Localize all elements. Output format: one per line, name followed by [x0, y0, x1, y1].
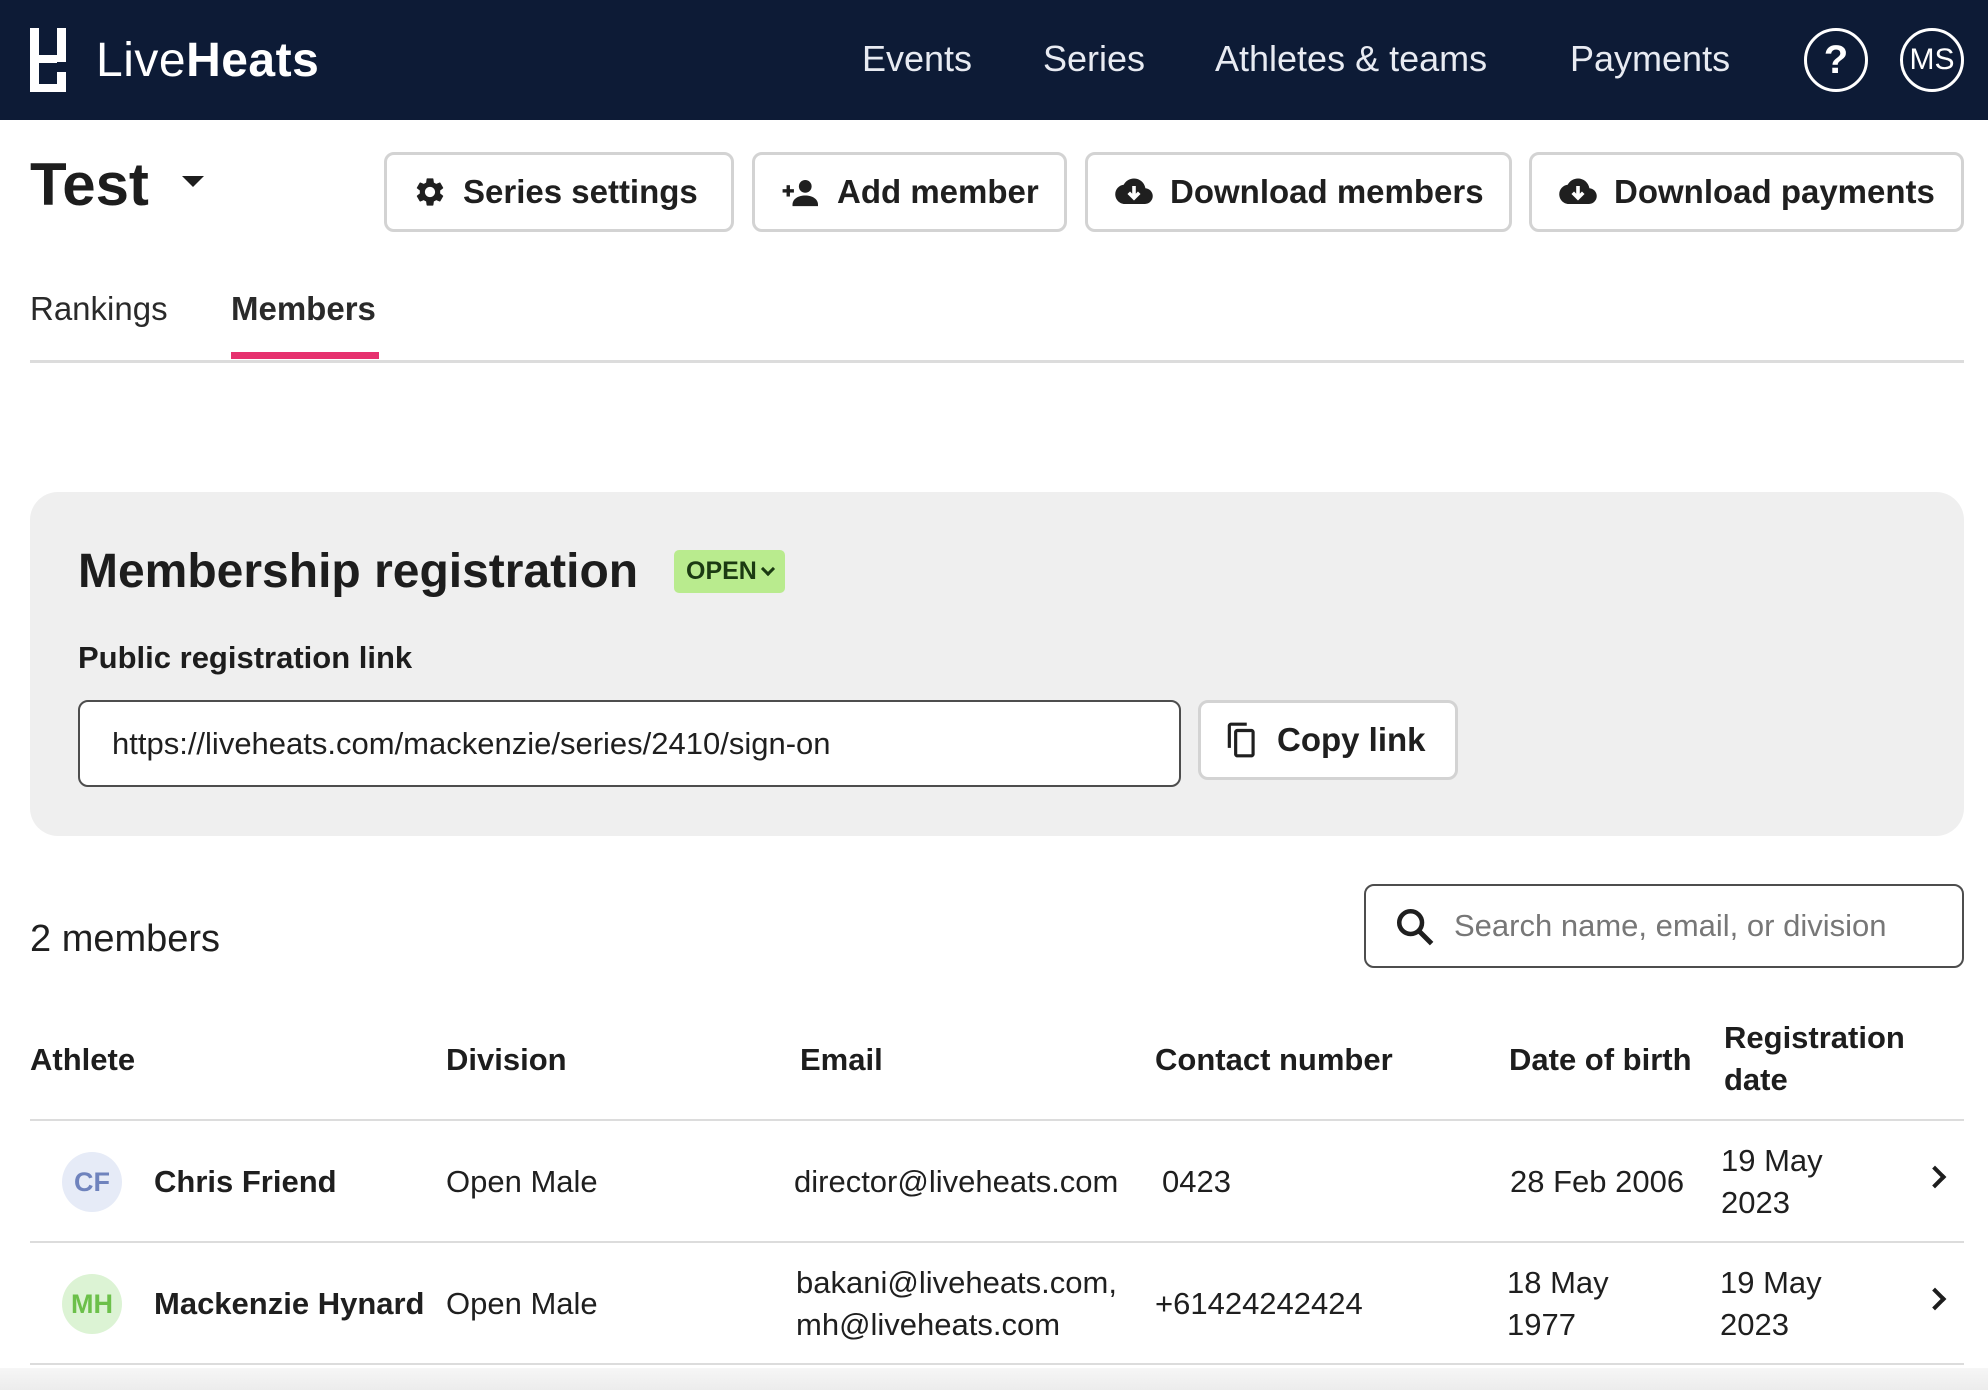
column-header-date-of-birth[interactable]: Date of birth: [1509, 1039, 1692, 1081]
division-cell: Open Male: [446, 1286, 598, 1321]
liveheats-logo[interactable]: LiveHeats: [30, 28, 319, 92]
download-members-button[interactable]: Download members: [1085, 152, 1512, 232]
page-title[interactable]: Test: [30, 150, 149, 219]
series-dropdown-caret-icon[interactable]: [182, 176, 204, 187]
dob-line2: 1977: [1507, 1307, 1576, 1342]
athlete-name[interactable]: Chris Friend: [154, 1161, 337, 1203]
column-header-registration-date[interactable]: Registration date: [1724, 1017, 1905, 1101]
download-payments-button[interactable]: Download payments: [1529, 152, 1964, 232]
help-button[interactable]: ?: [1804, 28, 1868, 92]
registration-date-line2: 2023: [1721, 1185, 1790, 1220]
column-header-athlete[interactable]: Athlete: [30, 1039, 135, 1081]
email-cell: bakani@liveheats.com, mh@liveheats.com: [796, 1262, 1117, 1346]
registration-status-badge[interactable]: OPEN: [674, 550, 785, 593]
search-icon: [1396, 908, 1434, 946]
contact-cell: +61424242424: [1155, 1286, 1363, 1321]
nav-payments[interactable]: Payments: [1570, 38, 1730, 80]
column-header-registration-line2: date: [1724, 1062, 1788, 1097]
dob-cell: 28 Feb 2006: [1510, 1164, 1685, 1199]
chevron-down-icon: [760, 561, 775, 576]
dob-cell: 18 May 1977: [1507, 1262, 1609, 1346]
help-icon: ?: [1823, 37, 1849, 82]
chevron-right-icon[interactable]: [1923, 1165, 1947, 1189]
public-registration-link-field[interactable]: [78, 700, 1181, 787]
tabs-divider: [30, 360, 1964, 363]
copy-icon: [1227, 722, 1255, 758]
download-payments-label: Download payments: [1614, 173, 1935, 210]
cloud-download-icon: [1115, 178, 1153, 204]
user-avatar[interactable]: MS: [1900, 28, 1964, 92]
active-tab-indicator: [231, 352, 379, 359]
registration-date-cell: 19 May 2023: [1720, 1262, 1822, 1346]
table-row-divider: [30, 1363, 1964, 1365]
download-members-label: Download members: [1170, 173, 1484, 210]
registration-date-line1: 19 May: [1721, 1143, 1823, 1178]
public-link-label: Public registration link: [78, 640, 413, 675]
athlete-name[interactable]: Mackenzie Hynard: [154, 1283, 425, 1325]
nav-athletes-teams[interactable]: Athletes & teams: [1215, 38, 1487, 80]
add-member-label: Add member: [837, 173, 1039, 210]
division-cell: Open Male: [446, 1164, 598, 1199]
registration-date-line1: 19 May: [1720, 1265, 1822, 1300]
table-row-divider: [30, 1241, 1964, 1243]
avatar: CF: [62, 1152, 122, 1212]
column-header-contact-number[interactable]: Contact number: [1155, 1039, 1393, 1081]
gear-icon: [416, 178, 444, 206]
contact-cell: 0423: [1162, 1164, 1231, 1199]
copy-link-button[interactable]: Copy link: [1198, 700, 1458, 780]
cloud-download-icon: [1559, 178, 1597, 204]
add-member-button[interactable]: Add member: [752, 152, 1067, 232]
liveheats-logo-icon: [30, 28, 66, 92]
search-input[interactable]: [1454, 900, 1944, 952]
column-header-division[interactable]: Division: [446, 1039, 567, 1081]
logo-wordmark: LiveHeats: [96, 33, 320, 87]
series-settings-label: Series settings: [463, 173, 698, 210]
tab-members[interactable]: Members: [231, 290, 376, 328]
top-nav-bar: LiveHeats Events Series Athletes & teams…: [0, 0, 1988, 120]
member-search-box[interactable]: [1364, 884, 1964, 968]
email-line1: bakani@liveheats.com,: [796, 1265, 1117, 1300]
series-settings-button[interactable]: Series settings: [384, 152, 734, 232]
email-line2: mh@liveheats.com: [796, 1307, 1061, 1342]
chevron-right-icon[interactable]: [1923, 1287, 1947, 1311]
column-header-email[interactable]: Email: [800, 1039, 883, 1081]
nav-series[interactable]: Series: [1043, 38, 1145, 80]
registration-date-line2: 2023: [1720, 1307, 1789, 1342]
members-count: 2 members: [30, 918, 221, 960]
column-header-registration-line1: Registration: [1724, 1020, 1905, 1055]
email-cell: director@liveheats.com: [794, 1164, 1119, 1199]
membership-registration-title: Membership registration: [78, 545, 639, 598]
table-header-divider: [30, 1119, 1964, 1121]
nav-events[interactable]: Events: [862, 38, 972, 80]
status-label: OPEN: [686, 557, 757, 585]
registration-date-cell: 19 May 2023: [1721, 1140, 1823, 1224]
scroll-fade: [0, 1368, 1988, 1390]
add-person-icon: [782, 179, 818, 207]
avatar: MH: [62, 1274, 122, 1334]
dob-line1: 18 May: [1507, 1265, 1609, 1300]
copy-link-label: Copy link: [1277, 721, 1426, 758]
tab-rankings[interactable]: Rankings: [30, 290, 168, 328]
